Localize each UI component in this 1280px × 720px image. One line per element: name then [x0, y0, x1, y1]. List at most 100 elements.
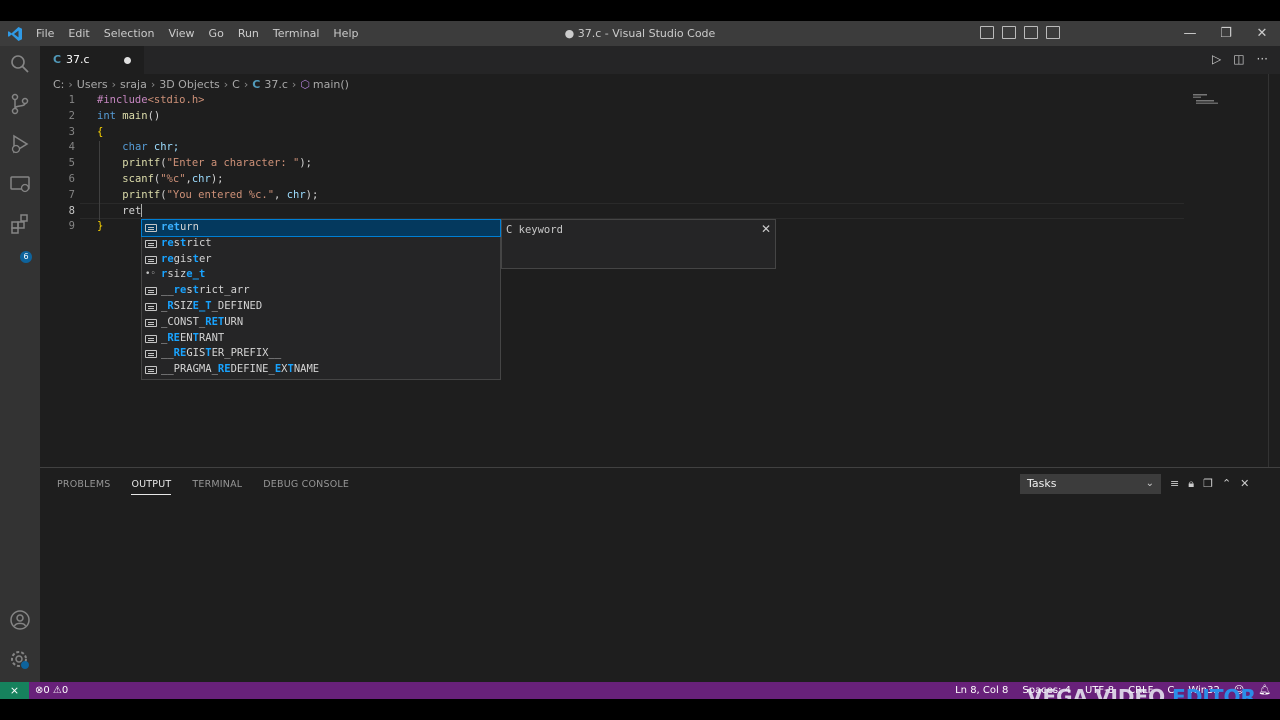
menu-run[interactable]: Run [238, 27, 259, 40]
menu-edit[interactable]: Edit [68, 27, 89, 40]
line-number: 7 [68, 188, 75, 201]
text-cursor [141, 204, 143, 218]
toggle-secondary-sidebar-icon[interactable] [1024, 26, 1038, 39]
restore-button[interactable]: ❐ [1208, 26, 1244, 41]
menu-terminal[interactable]: Terminal [273, 27, 320, 40]
breadcrumb-function[interactable]: main() [313, 78, 349, 91]
tab-37c[interactable]: C 37.c [40, 46, 144, 74]
title-bar: File Edit Selection View Go Run Terminal… [0, 21, 1280, 46]
suggestion-match: e_t [186, 268, 206, 281]
breadcrumb-3d-objects[interactable]: 3D Objects [159, 78, 220, 91]
source-control-icon[interactable] [8, 92, 32, 116]
split-editor-icon[interactable]: ◫ [1233, 52, 1244, 66]
suggestion-text: rict [186, 236, 212, 249]
keyword-icon [145, 334, 157, 343]
tab-terminal[interactable]: TERMINAL [192, 479, 242, 495]
code-token: ret [122, 204, 142, 217]
maximize-panel-icon[interactable]: ⌃ [1222, 477, 1231, 491]
close-panel-icon[interactable]: ✕ [1240, 477, 1249, 491]
menu-view[interactable]: View [168, 27, 194, 40]
code-token: { [97, 125, 104, 138]
unsaved-dot-icon[interactable] [124, 57, 131, 64]
extensions-badge: 6 [20, 251, 32, 263]
suggestion-text: NAME [293, 363, 320, 376]
code-editor[interactable]: #include<stdio.h> int main() { char chr;… [97, 93, 318, 235]
keyword-icon [145, 224, 157, 232]
menu-selection[interactable]: Selection [104, 27, 155, 40]
suggestion-item[interactable]: __PRAGMA_REDEFINE_EXTNAME [142, 362, 500, 378]
keyword-icon [145, 255, 157, 264]
suggestion-item[interactable]: •◦ rsize_t [142, 267, 500, 283]
tab-debug-console[interactable]: DEBUG CONSOLE [263, 479, 349, 495]
customize-layout-icon[interactable] [1046, 26, 1060, 39]
settings-gear-icon[interactable] [8, 648, 32, 672]
minimize-button[interactable]: — [1172, 26, 1208, 41]
code-line[interactable]: ret [97, 204, 318, 220]
menu-help[interactable]: Help [333, 27, 358, 40]
breadcrumb-file[interactable]: 37.c [264, 78, 288, 91]
suggestion-text: EN [179, 331, 193, 344]
remote-indicator-icon[interactable]: ⨯ [0, 682, 29, 699]
clear-output-icon[interactable]: ≡ [1170, 477, 1179, 491]
tab-problems[interactable]: PROBLEMS [57, 479, 110, 495]
code-line[interactable]: int main() [97, 109, 318, 125]
code-line[interactable]: scanf("%c",chr); [97, 172, 318, 188]
code-token: printf [122, 188, 161, 201]
breadcrumb-users[interactable]: Users [77, 78, 108, 91]
code-line[interactable]: #include<stdio.h> [97, 93, 318, 109]
lock-scroll-icon[interactable]: 🔒︎ [1188, 477, 1194, 491]
code-token: #include [97, 94, 148, 106]
suggestion-text: __PRAGMA_ [161, 363, 218, 376]
extensions-icon[interactable] [8, 212, 32, 236]
minimap[interactable] [1193, 93, 1221, 105]
toggle-sidebar-icon[interactable] [980, 26, 994, 39]
keyword-icon [145, 287, 157, 296]
code-line[interactable]: printf("You entered %c.", chr); [97, 188, 318, 204]
breadcrumb-c-folder[interactable]: C [232, 78, 240, 91]
code-token: main [115, 109, 148, 122]
account-icon[interactable] [8, 608, 32, 632]
suggestion-item[interactable]: return [141, 219, 501, 237]
c-file-icon: C [53, 53, 62, 66]
run-debug-icon[interactable] [8, 132, 32, 156]
suggestion-item[interactable]: __REGISTER_PREFIX__ [142, 346, 500, 362]
suggestion-item[interactable]: _CONST_RETURN [142, 315, 500, 331]
menu-file[interactable]: File [36, 27, 54, 40]
c-file-icon: C [252, 77, 261, 91]
line-number: 4 [68, 141, 75, 154]
problems-indicator[interactable]: ⊗0 ⚠0 [35, 682, 68, 699]
editor-scrollbar[interactable] [1268, 74, 1269, 474]
remote-explorer-icon[interactable] [8, 172, 32, 196]
tab-output[interactable]: OUTPUT [131, 479, 172, 495]
code-line[interactable]: printf("Enter a character: "); [97, 156, 318, 172]
suggestion-item[interactable]: register [142, 252, 500, 268]
breadcrumb-user[interactable]: sraja [120, 78, 147, 91]
close-icon[interactable]: ✕ [761, 222, 771, 236]
chevron-down-icon: ⌄ [1145, 478, 1154, 489]
code-token: "You entered %c." [166, 188, 275, 201]
suggestion-item[interactable]: __restrict_arr [142, 283, 500, 299]
code-line[interactable]: { [97, 125, 318, 141]
files-icon[interactable] [8, 52, 32, 76]
cursor-position[interactable]: Ln 8, Col 8 [955, 682, 1008, 699]
toggle-panel-icon[interactable] [1002, 26, 1016, 39]
code-token: chr [286, 188, 306, 201]
menu-go[interactable]: Go [209, 27, 224, 40]
breadcrumb-drive[interactable]: C: [53, 78, 64, 91]
code-line[interactable]: char chr; [97, 140, 318, 156]
chevron-right-icon: › [223, 77, 229, 91]
notifications-bell-icon[interactable]: 🔔︎ [1258, 682, 1271, 699]
suggestion-item[interactable]: _REENTRANT [142, 331, 500, 347]
function-cube-icon: ⬡ [300, 77, 310, 91]
run-file-icon[interactable]: ▷ [1212, 52, 1221, 66]
suggestion-text: _DEFINED [211, 299, 263, 312]
suggestion-item[interactable]: _RSIZE_T_DEFINED [142, 299, 500, 315]
watermark-text: VEGA VIDEO [1027, 685, 1173, 699]
keyword-icon [145, 302, 157, 311]
output-channel-select[interactable]: Tasks ⌄ [1020, 474, 1161, 494]
open-in-editor-icon[interactable]: ❐ [1203, 477, 1213, 491]
close-window-button[interactable]: ✕ [1244, 26, 1280, 41]
more-actions-icon[interactable]: ··· [1257, 52, 1268, 66]
suggestion-item[interactable]: restrict [142, 236, 500, 252]
